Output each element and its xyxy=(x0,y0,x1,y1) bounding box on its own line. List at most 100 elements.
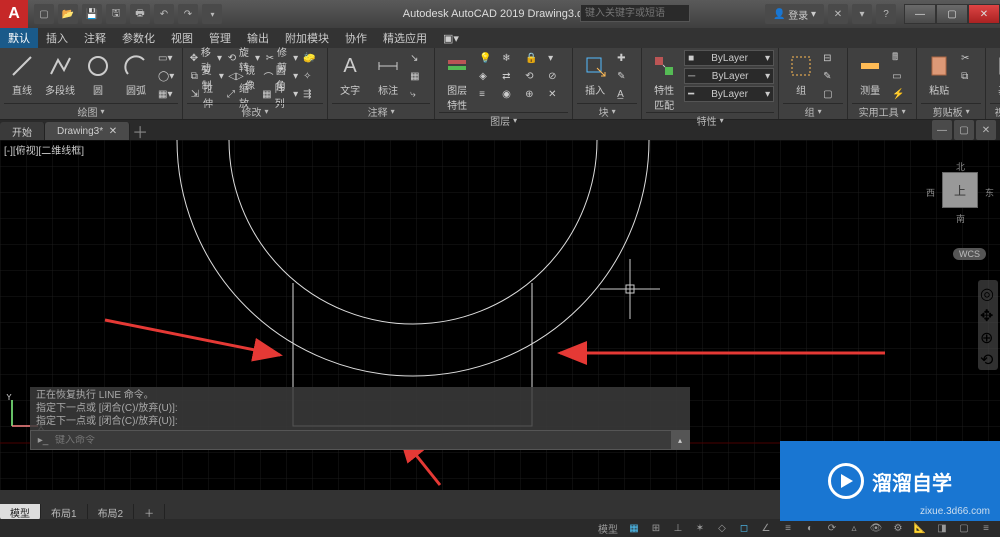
qselect-icon[interactable]: ⚡ xyxy=(890,86,912,103)
command-scroll-icon[interactable]: ▴ xyxy=(671,431,689,449)
saveas-icon[interactable]: 🖫 xyxy=(106,4,126,24)
linetype-combo[interactable]: ━ByLayer▾ xyxy=(684,86,774,102)
sb-lwt-icon[interactable]: ≡ xyxy=(778,520,798,536)
sb-customize-icon[interactable]: ≡ xyxy=(976,520,996,536)
layer-walk-icon[interactable]: ◉ xyxy=(500,86,522,103)
doc-maximize-icon[interactable]: ▢ xyxy=(954,120,974,140)
ribbon-tab-annotate[interactable]: 注释 xyxy=(76,28,114,48)
panel-title-modify[interactable]: 修改 xyxy=(187,103,323,119)
sb-annomon-icon[interactable]: 👁 xyxy=(866,520,886,536)
measure-button[interactable]: 测量 xyxy=(852,50,888,103)
exchange-icon[interactable]: ✕ xyxy=(828,4,848,24)
sb-grid-icon[interactable]: ▦ xyxy=(624,520,644,536)
wcs-badge[interactable]: WCS xyxy=(953,248,986,260)
minimize-button[interactable]: — xyxy=(904,4,936,24)
qat-dropdown-icon[interactable] xyxy=(202,4,222,24)
ribbon-tab-collab[interactable]: 协作 xyxy=(337,28,375,48)
nav-pan-icon[interactable]: ✥ xyxy=(980,306,996,322)
ellipse-icon[interactable]: ◯▾ xyxy=(156,68,178,85)
view-label[interactable]: [-][俯视][二维线框] xyxy=(4,142,84,157)
ribbon-tab-extra-icon[interactable]: ▣▾ xyxy=(435,28,467,48)
layer-freeze-icon[interactable]: ❄ xyxy=(500,50,522,67)
ungroup-icon[interactable]: ⊟ xyxy=(821,50,843,67)
help-search-input[interactable] xyxy=(580,4,690,22)
rect-icon[interactable]: ▭▾ xyxy=(156,50,178,67)
sb-qp-icon[interactable]: ◨ xyxy=(932,520,952,536)
ribbon-tab-featured[interactable]: 精选应用 xyxy=(375,28,435,48)
nav-zoom-icon[interactable]: ⊕ xyxy=(980,328,996,344)
undo-icon[interactable]: ↶ xyxy=(154,4,174,24)
calc-icon[interactable]: 🖩 xyxy=(890,50,912,67)
help-chevron-icon[interactable]: ▾ xyxy=(852,4,872,24)
layer-iso-icon[interactable]: ◈ xyxy=(477,68,499,85)
explode-icon[interactable]: ✧ xyxy=(301,68,323,85)
text-button[interactable]: A文字 xyxy=(332,50,368,103)
layout-tab-layout1[interactable]: 布局1 xyxy=(41,504,88,520)
viewcube[interactable]: 北 西 东 南 上 xyxy=(930,160,990,240)
login-button[interactable]: 👤 登录 ▾ xyxy=(765,4,824,24)
command-input[interactable] xyxy=(55,435,671,446)
sb-transparency-icon[interactable]: ◐ xyxy=(800,520,820,536)
panel-title-viewbase[interactable]: 视图 xyxy=(990,103,1000,119)
sb-clean-icon[interactable]: ▢ xyxy=(954,520,974,536)
group-bbox-icon[interactable]: ▢ xyxy=(821,86,843,103)
ribbon-tab-default[interactable]: 默认 xyxy=(0,28,38,48)
new-icon[interactable]: ▢ xyxy=(34,4,54,24)
group-edit-icon[interactable]: ✎ xyxy=(821,68,843,85)
panel-title-draw[interactable]: 绘图 xyxy=(4,103,178,119)
doc-close-icon[interactable]: ✕ xyxy=(976,120,996,140)
circle-button[interactable]: 圆 xyxy=(80,50,116,103)
sb-polar-icon[interactable]: ✶ xyxy=(690,520,710,536)
panel-title-layers[interactable]: 图层 xyxy=(439,112,568,128)
lineweight-combo[interactable]: ─ByLayer▾ xyxy=(684,68,774,84)
stretch-button[interactable]: ⇲拉伸 xyxy=(187,86,222,103)
sb-iso-icon[interactable]: ◇ xyxy=(712,520,732,536)
sb-otrack-icon[interactable]: ∠ xyxy=(756,520,776,536)
doc-minimize-icon[interactable]: — xyxy=(932,120,952,140)
panel-title-utilities[interactable]: 实用工具 xyxy=(852,103,912,119)
redo-icon[interactable]: ↷ xyxy=(178,4,198,24)
sb-units-icon[interactable]: 📐 xyxy=(910,520,930,536)
array-button[interactable]: ▦阵列▾ xyxy=(259,86,300,103)
file-tab-start[interactable]: 开始 xyxy=(0,122,45,140)
panel-title-annotate[interactable]: 注释 xyxy=(332,103,430,119)
file-tab-close-icon[interactable]: ✕ xyxy=(109,126,117,137)
sb-ws-icon[interactable]: ⚙ xyxy=(888,520,908,536)
ribbon-tab-parametric[interactable]: 参数化 xyxy=(114,28,163,48)
panel-title-group[interactable]: 组 xyxy=(783,103,843,119)
layer-state-icon[interactable]: ≡ xyxy=(477,86,499,103)
panel-title-clipboard[interactable]: 剪贴板 xyxy=(921,103,981,119)
help-icon[interactable]: ? xyxy=(876,4,896,24)
sb-cycle-icon[interactable]: ⟳ xyxy=(822,520,842,536)
table-icon[interactable]: ▦ xyxy=(408,68,430,85)
scale-button[interactable]: ⤢缩放 xyxy=(223,86,258,103)
maximize-button[interactable]: ▢ xyxy=(936,4,968,24)
polyline-button[interactable]: 多段线 xyxy=(42,50,78,103)
erase-icon[interactable]: 🧽 xyxy=(301,50,323,67)
cut-icon[interactable]: ✂ xyxy=(959,50,981,67)
paste-button[interactable]: 粘贴 xyxy=(921,50,957,103)
layer-properties-button[interactable]: 图层 特性 xyxy=(439,50,475,112)
sb-osnap-icon[interactable]: ◻ xyxy=(734,520,754,536)
layer-color-icon[interactable]: ▾ xyxy=(546,50,568,67)
leader-icon[interactable]: ↘ xyxy=(408,50,430,67)
ribbon-tab-view[interactable]: 视图 xyxy=(163,28,201,48)
base-button[interactable]: 基点 xyxy=(990,50,1000,103)
layer-off-icon[interactable]: ⊘ xyxy=(546,68,568,85)
layer-lock-icon[interactable]: 🔒 xyxy=(523,50,545,67)
sb-snap-icon[interactable]: ⊞ xyxy=(646,520,666,536)
command-prompt-icon[interactable]: ▸_ xyxy=(31,435,55,446)
layer-merge-icon[interactable]: ⊕ xyxy=(523,86,545,103)
arc-button[interactable]: 圆弧 xyxy=(118,50,154,103)
nav-wheel-icon[interactable]: ◎ xyxy=(980,284,996,300)
close-button[interactable]: ✕ xyxy=(968,4,1000,24)
layout-tab-add-icon[interactable]: ＋ xyxy=(134,504,165,520)
select-icon[interactable]: ▭ xyxy=(890,68,912,85)
panel-title-block[interactable]: 块 xyxy=(577,103,637,119)
block-edit-icon[interactable]: ✎ xyxy=(615,68,637,85)
group-button[interactable]: 组 xyxy=(783,50,819,103)
dimension-button[interactable]: 标注 xyxy=(370,50,406,103)
ribbon-tab-insert[interactable]: 插入 xyxy=(38,28,76,48)
layer-prev-icon[interactable]: ⟲ xyxy=(523,68,545,85)
block-insert-button[interactable]: 插入 xyxy=(577,50,613,103)
